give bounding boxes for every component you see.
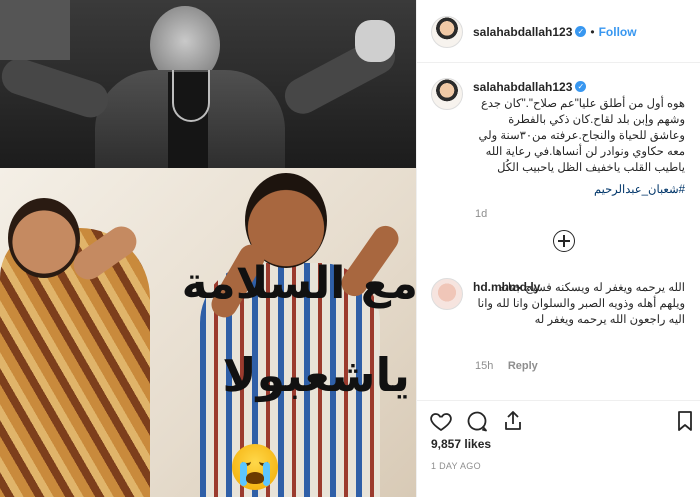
header-username[interactable]: salahabdallah123	[473, 25, 572, 39]
overlay-caption-line2: ياشعبولا	[222, 348, 410, 402]
comment-time[interactable]: 15h	[475, 360, 493, 372]
post-actions: 9,857 likes 1 DAY AGO	[417, 400, 700, 498]
comment-text: الله يرحمه ويغفر له ويسكنه فسيح جناته وي…	[477, 282, 685, 326]
caption-username[interactable]: salahabdallah123	[473, 80, 572, 94]
post-side-panel: salahabdallah123 ✓ • Follow salahabdallah12…	[416, 0, 700, 497]
comment-reply-button[interactable]: Reply	[508, 360, 538, 372]
share-icon[interactable]	[501, 409, 525, 433]
bookmark-icon[interactable]	[673, 409, 697, 433]
caption-hashtag[interactable]: #شعبان_عبدالرحيم	[473, 182, 685, 198]
follow-button[interactable]: Follow	[599, 25, 637, 39]
caption-time[interactable]: 1d	[475, 208, 487, 220]
arm-left-shape	[0, 53, 113, 123]
heart-icon[interactable]	[429, 409, 453, 433]
post-photo-top	[0, 0, 416, 168]
necklace-shape	[172, 70, 210, 122]
separator-dot: •	[590, 25, 595, 39]
caption-text: هوه أول من أطلق عليا"عم صلاح"."كان جدع و…	[478, 98, 685, 174]
verified-badge-icon: ✓	[575, 81, 587, 93]
background-window-shape	[0, 0, 70, 60]
post-date[interactable]: 1 DAY AGO	[431, 461, 481, 471]
left-person-head	[8, 198, 80, 278]
author-avatar[interactable]	[431, 16, 463, 48]
caption-author-avatar[interactable]	[431, 78, 463, 110]
post-image[interactable]: مع السلامة ياشعبولا	[0, 0, 416, 497]
crying-face-icon	[232, 444, 278, 490]
comment-icon[interactable]	[465, 409, 489, 433]
overlay-caption-line1: مع السلامة	[181, 258, 416, 309]
hand-right-shape	[355, 20, 395, 62]
verified-badge-icon: ✓	[575, 26, 587, 38]
post-photo-bottom	[0, 168, 416, 497]
commenter-avatar[interactable]	[431, 278, 463, 310]
post-header: salahabdallah123 ✓ • Follow	[417, 0, 700, 63]
likes-count[interactable]: 9,857 likes	[431, 437, 491, 451]
load-more-comments-icon[interactable]	[553, 230, 575, 252]
